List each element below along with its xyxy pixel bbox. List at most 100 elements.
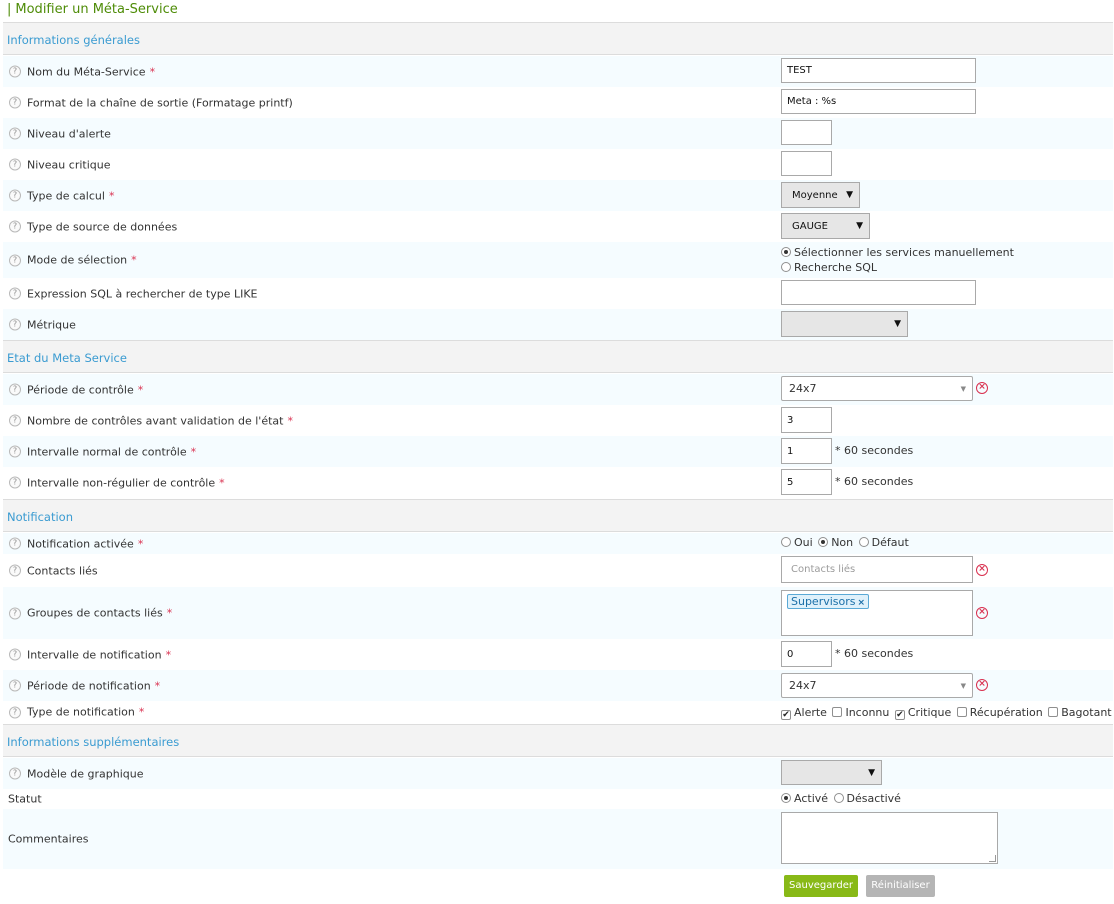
tag-supervisors[interactable]: Supervisors × bbox=[787, 594, 870, 609]
contacts-label: ? Contacts liés bbox=[9, 564, 98, 577]
help-icon[interactable]: ? bbox=[9, 127, 21, 140]
help-icon[interactable]: ? bbox=[9, 96, 21, 109]
checkbox-alerte[interactable]: ✔ bbox=[781, 710, 791, 720]
clear-contact-groups-icon[interactable]: × bbox=[976, 607, 988, 619]
comments-textarea[interactable] bbox=[781, 812, 998, 864]
critical-level-label: ? Niveau critique bbox=[9, 158, 111, 171]
section-extra-header: Informations supplémentaires bbox=[3, 724, 1113, 757]
retry-interval-label: ? Intervalle non-régulier de contrôle * bbox=[9, 476, 225, 489]
output-format-input[interactable]: Meta : %s bbox=[781, 89, 976, 114]
retry-interval-unit: * 60 secondes bbox=[835, 475, 914, 488]
radio-non[interactable] bbox=[818, 537, 829, 547]
page-title: | Modifier un Méta-Service bbox=[0, 0, 1114, 20]
output-format-label: ? Format de la chaîne de sortie (Formatag… bbox=[9, 96, 293, 109]
help-icon[interactable]: ? bbox=[9, 383, 21, 396]
row-warning-level: ? Niveau d'alerte bbox=[3, 118, 1113, 149]
contact-groups-label: ? Groupes de contacts liés * bbox=[9, 607, 172, 620]
help-icon[interactable]: ? bbox=[9, 65, 21, 78]
checkbox-recuperation[interactable] bbox=[956, 707, 967, 717]
normal-interval-input[interactable]: 1 bbox=[781, 438, 832, 464]
ds-type-select[interactable]: GAUGE ▼ bbox=[781, 213, 870, 239]
notification-enabled-label: ? Notification activée * bbox=[9, 537, 143, 550]
normal-interval-label: ? Intervalle normal de contrôle * bbox=[9, 445, 196, 458]
help-icon[interactable]: ? bbox=[9, 318, 21, 331]
checkbox-critique[interactable]: ✔ bbox=[894, 710, 905, 720]
help-icon[interactable]: ? bbox=[9, 607, 21, 619]
calc-type-label: ? Type de calcul * bbox=[9, 189, 114, 202]
selection-sql-option[interactable]: Recherche SQL bbox=[781, 261, 879, 274]
row-notification-enabled: ? Notification activée * bbox=[3, 533, 1113, 554]
notification-period-label: ? Période de notification * bbox=[9, 679, 160, 692]
row-retry-interval: ? Intervalle non-régulier de contrôle * bbox=[3, 467, 1113, 498]
help-icon[interactable]: ? bbox=[9, 287, 21, 300]
radio-inactive[interactable] bbox=[833, 793, 844, 803]
max-attempts-input[interactable]: 3 bbox=[781, 407, 832, 433]
help-icon[interactable]: ? bbox=[9, 158, 21, 171]
section-extra-title: Informations supplémentaires bbox=[7, 735, 180, 749]
reset-button[interactable]: Réinitialiser bbox=[866, 875, 935, 897]
comments-label: Commentaires bbox=[8, 832, 89, 846]
required-mark: * bbox=[149, 65, 156, 78]
checkbox-bagotant[interactable] bbox=[1048, 707, 1059, 717]
row-calc-type: ? Type de calcul * bbox=[3, 180, 1113, 211]
help-icon[interactable]: ? bbox=[9, 537, 21, 550]
help-icon[interactable]: ? bbox=[9, 220, 21, 233]
help-icon[interactable]: ? bbox=[9, 414, 21, 427]
ds-type-label: ? Type de source de données bbox=[9, 220, 177, 233]
clear-contacts-icon[interactable]: × bbox=[976, 564, 988, 576]
help-icon[interactable]: ? bbox=[9, 706, 21, 718]
sql-expression-input[interactable] bbox=[781, 280, 976, 305]
section-general-title: Informations générales bbox=[7, 33, 140, 47]
remove-tag-icon[interactable]: × bbox=[858, 598, 866, 608]
check-period-select[interactable]: 24x7 ▼ bbox=[781, 376, 973, 401]
notification-enabled-options: Oui Non Défaut bbox=[781, 536, 911, 549]
resize-handle-icon[interactable] bbox=[989, 855, 996, 862]
selection-manual-option[interactable]: Sélectionner les services manuellement bbox=[781, 246, 1016, 259]
status-options: Activé Désactivé bbox=[781, 792, 903, 805]
status-label: Statut bbox=[8, 792, 42, 806]
dropdown-arrow-icon: ▼ bbox=[846, 190, 853, 200]
radio-sql[interactable] bbox=[781, 262, 791, 272]
dropdown-arrow-icon: ▼ bbox=[960, 384, 966, 393]
check-period-label: ? Période de contrôle * bbox=[9, 383, 143, 396]
warning-level-label: ? Niveau d'alerte bbox=[9, 127, 111, 140]
row-graph-template: ? Modèle de graphique bbox=[3, 758, 1113, 789]
critical-level-input[interactable] bbox=[781, 151, 832, 176]
normal-interval-unit: * 60 secondes bbox=[835, 444, 914, 457]
save-button[interactable]: Sauvegarder bbox=[784, 875, 858, 897]
clear-notification-period-icon[interactable]: × bbox=[976, 679, 988, 691]
row-critical-level: ? Niveau critique bbox=[3, 149, 1113, 180]
warning-level-input[interactable] bbox=[781, 120, 832, 145]
meta-name-input[interactable]: TEST bbox=[781, 58, 976, 83]
section-state-header: Etat du Meta Service bbox=[3, 340, 1113, 373]
help-icon[interactable]: ? bbox=[9, 767, 21, 780]
dropdown-arrow-icon: ▼ bbox=[894, 319, 901, 329]
notification-period-select[interactable]: 24x7 ▼ bbox=[781, 673, 973, 698]
clear-check-period-icon[interactable]: × bbox=[976, 382, 988, 394]
help-icon[interactable]: ? bbox=[9, 679, 21, 692]
checkbox-inconnu[interactable] bbox=[832, 707, 843, 717]
metric-select[interactable]: ▼ bbox=[781, 311, 908, 337]
graph-template-select[interactable]: ▼ bbox=[781, 760, 882, 785]
row-normal-interval: ? Intervalle normal de contrôle * bbox=[3, 436, 1113, 467]
row-ds-type: ? Type de source de données bbox=[3, 211, 1113, 242]
calc-type-select[interactable]: Moyenne ▼ bbox=[781, 182, 860, 208]
contacts-select[interactable]: Contacts liés bbox=[781, 556, 973, 583]
metric-label: ? Métrique bbox=[9, 318, 76, 331]
radio-defaut[interactable] bbox=[858, 537, 869, 547]
page-title-text: Modifier un Méta-Service bbox=[15, 2, 178, 17]
help-icon[interactable]: ? bbox=[9, 254, 21, 266]
graph-template-label: ? Modèle de graphique bbox=[9, 767, 144, 780]
help-icon[interactable]: ? bbox=[9, 476, 21, 489]
help-icon[interactable]: ? bbox=[9, 648, 21, 661]
max-attempts-label: ? Nombre de contrôles avant validation de… bbox=[9, 414, 293, 427]
help-icon[interactable]: ? bbox=[9, 445, 21, 458]
help-icon[interactable]: ? bbox=[9, 189, 21, 202]
notification-interval-input[interactable]: 0 bbox=[781, 641, 832, 667]
radio-manual[interactable] bbox=[781, 247, 791, 257]
radio-active[interactable] bbox=[781, 793, 791, 803]
retry-interval-input[interactable]: 5 bbox=[781, 469, 832, 495]
help-icon[interactable]: ? bbox=[9, 564, 21, 577]
radio-oui[interactable] bbox=[781, 537, 791, 547]
meta-name-label: ? Nom du Méta-Service * bbox=[9, 65, 155, 78]
